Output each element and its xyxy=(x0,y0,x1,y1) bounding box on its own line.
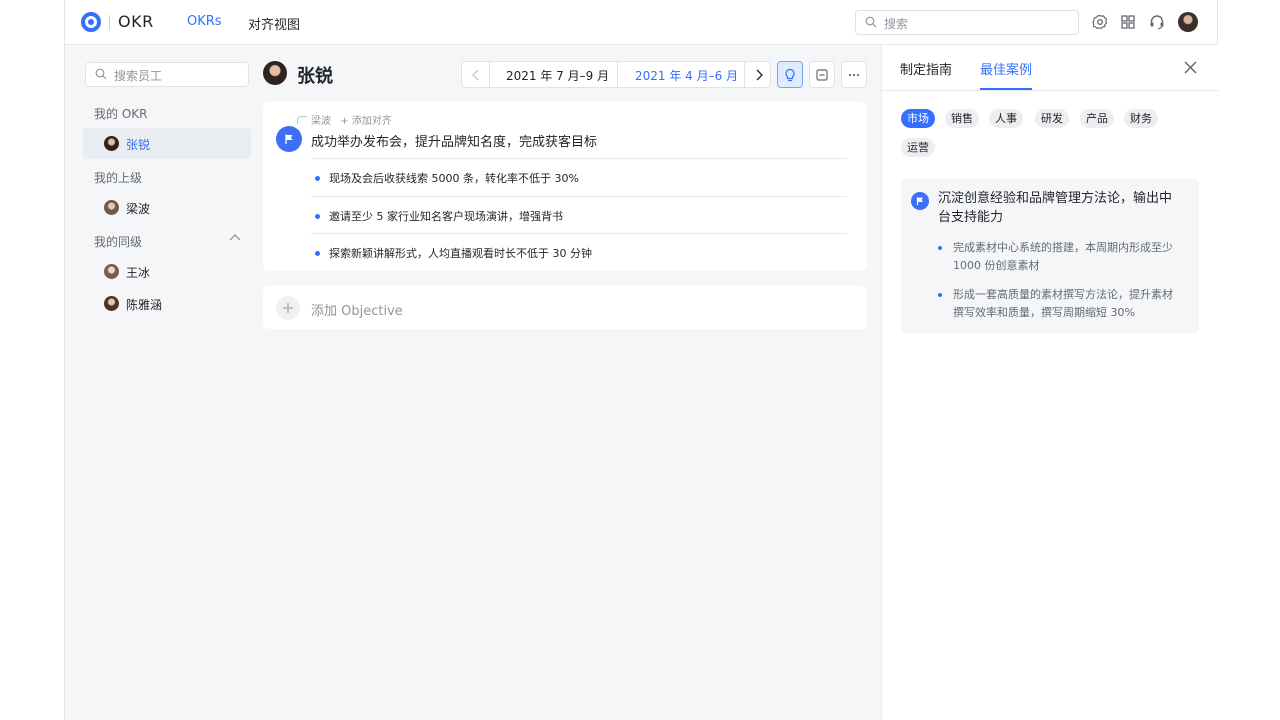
sidebar-item-zhang-rui[interactable]: 张锐 xyxy=(83,128,251,159)
tab-alignment-view[interactable]: 对齐视图 xyxy=(248,14,300,33)
chevron-right-icon xyxy=(756,69,763,80)
tab-guidelines[interactable]: 制定指南 xyxy=(900,59,952,78)
more-options-button[interactable] xyxy=(841,61,867,88)
divider xyxy=(311,196,847,197)
divider xyxy=(617,62,618,87)
lightbulb-icon xyxy=(785,68,795,81)
prev-period-button[interactable] xyxy=(462,62,489,87)
logo-divider xyxy=(109,15,110,30)
plus-icon xyxy=(276,296,300,320)
category-chip-market[interactable]: 市场 xyxy=(901,109,935,128)
period-q3[interactable]: 2021 年 7 月–9 月 xyxy=(506,67,609,84)
employee-sidebar: 搜索员工 我的 OKR 张锐 我的上级 梁波 我的同级 王冰 陈雅涵 xyxy=(65,45,258,720)
apps-grid-icon[interactable] xyxy=(1119,13,1137,31)
okr-app-window: OKR OKRs 对齐视图 搜索 搜索员工 我的 OKR 张锐 我的上级 梁波 … xyxy=(64,0,1219,720)
category-chip-sales[interactable]: 销售 xyxy=(945,109,979,128)
category-chip-rnd[interactable]: 研发 xyxy=(1035,109,1069,128)
tips-toggle-button[interactable] xyxy=(777,61,803,88)
person-name: 张锐 xyxy=(126,138,151,152)
objective-flag-icon xyxy=(276,126,302,152)
headset-icon[interactable] xyxy=(1148,13,1166,31)
divider xyxy=(882,90,1219,91)
avatar xyxy=(104,296,119,311)
key-result-text: 探索新颖讲解形式，人均直播观看时长不低于 30 分钟 xyxy=(329,247,592,260)
close-icon[interactable] xyxy=(1184,61,1197,74)
alignment-meta: 梁波 + 添加对齐 xyxy=(311,112,392,127)
category-chip-hr[interactable]: 人事 xyxy=(989,109,1023,128)
divider xyxy=(311,158,847,159)
plus-icon: + xyxy=(340,116,349,127)
avatar xyxy=(104,264,119,279)
employee-search-placeholder: 搜索员工 xyxy=(114,69,163,83)
case-objective-title: 沉淀创意经验和品牌管理方法论，输出中台支持能力 xyxy=(938,191,1173,225)
add-alignment-link[interactable]: + 添加对齐 xyxy=(340,116,392,127)
top-navigation-bar: OKR OKRs 对齐视图 搜索 xyxy=(65,0,1217,45)
section-my-manager: 我的上级 xyxy=(94,171,143,185)
summary-button[interactable] xyxy=(809,61,835,88)
avatar xyxy=(104,136,119,151)
sidebar-item-wang-bing[interactable]: 王冰 xyxy=(83,256,251,287)
category-chip-finance[interactable]: 财务 xyxy=(1124,109,1158,128)
document-icon xyxy=(816,68,828,81)
employee-search-input[interactable]: 搜索员工 xyxy=(85,62,249,87)
chevron-left-icon xyxy=(471,69,478,80)
sidebar-item-liang-bo[interactable]: 梁波 xyxy=(83,192,251,223)
section-my-peers: 我的同级 xyxy=(94,235,143,249)
alignment-connector xyxy=(297,116,307,124)
bullet-dot xyxy=(938,293,942,297)
best-case-card[interactable]: 沉淀创意经验和品牌管理方法论，输出中台支持能力 完成素材中心系统的搭建，本周期内… xyxy=(901,178,1199,334)
key-result-text: 邀请至少 5 家行业知名客户现场演讲，增强背书 xyxy=(329,210,563,223)
owner-avatar xyxy=(263,61,287,85)
owner-name: 张锐 xyxy=(297,66,333,87)
chevron-up-icon[interactable] xyxy=(229,233,241,241)
next-period-button[interactable] xyxy=(745,62,772,87)
okr-main-content: 张锐 2021 年 7 月–9 月 2021 年 4 月–6 月 梁波 + 添加… xyxy=(261,45,875,720)
add-objective-label: 添加 Objective xyxy=(311,304,403,319)
bullet-dot xyxy=(315,175,320,181)
key-result-item[interactable]: 探索新颖讲解形式，人均直播观看时长不低于 30 分钟 xyxy=(315,245,592,261)
settings-icon[interactable] xyxy=(1091,13,1109,31)
objective-flag-icon xyxy=(911,192,929,210)
aligned-to-name[interactable]: 梁波 xyxy=(311,116,331,127)
person-name: 梁波 xyxy=(126,202,151,216)
case-key-result-text: 形成一套高质量的素材撰写方法论，提升素材撰写效率和质量，撰写周期缩短 30% xyxy=(953,288,1173,319)
avatar xyxy=(104,200,119,215)
section-my-okr: 我的 OKR xyxy=(94,107,148,121)
tab-okrs[interactable]: OKRs xyxy=(187,14,222,29)
bullet-dot xyxy=(315,250,320,256)
global-search-input[interactable]: 搜索 xyxy=(855,10,1079,35)
key-result-item[interactable]: 邀请至少 5 家行业知名客户现场演讲，增强背书 xyxy=(315,208,563,224)
objective-card: 梁波 + 添加对齐 成功举办发布会，提升品牌知名度，完成获客目标 现场及会后收获… xyxy=(263,102,867,271)
search-placeholder: 搜索 xyxy=(884,17,909,31)
okr-logo-icon[interactable] xyxy=(81,12,101,32)
app-name: OKR xyxy=(118,12,154,31)
user-avatar[interactable] xyxy=(1178,12,1198,32)
key-result-text: 现场及会后收获线索 5000 条，转化率不低于 30% xyxy=(329,172,579,185)
tab-best-cases[interactable]: 最佳案例 xyxy=(980,59,1032,78)
category-chip-product[interactable]: 产品 xyxy=(1080,109,1114,128)
case-key-result: 完成素材中心系统的搭建，本周期内形成至少 1000 份创意素材 xyxy=(938,239,1178,275)
guide-panel: 制定指南 最佳案例 市场 销售 人事 研发 产品 财务 运营 沉淀创意经验和品牌… xyxy=(881,45,1219,720)
key-result-item[interactable]: 现场及会后收获线索 5000 条，转化率不低于 30% xyxy=(315,170,579,186)
add-objective-button[interactable]: 添加 Objective xyxy=(263,286,867,329)
divider xyxy=(311,233,847,234)
person-name: 王冰 xyxy=(126,266,151,280)
person-name: 陈雅涵 xyxy=(126,298,163,312)
case-key-result-text: 完成素材中心系统的搭建，本周期内形成至少 1000 份创意素材 xyxy=(953,241,1173,272)
category-chip-operations[interactable]: 运营 xyxy=(901,138,935,157)
case-key-result: 形成一套高质量的素材撰写方法论，提升素材撰写效率和质量，撰写周期缩短 30% xyxy=(938,286,1178,322)
search-icon xyxy=(865,16,877,28)
sidebar-item-chen-yahan[interactable]: 陈雅涵 xyxy=(83,288,251,319)
bullet-dot xyxy=(315,213,320,219)
add-alignment-label: 添加对齐 xyxy=(351,116,392,127)
period-selector: 2021 年 7 月–9 月 2021 年 4 月–6 月 xyxy=(461,61,771,88)
period-q2[interactable]: 2021 年 4 月–6 月 xyxy=(635,67,738,84)
divider xyxy=(489,62,490,87)
bullet-dot xyxy=(938,246,942,250)
objective-title[interactable]: 成功举办发布会，提升品牌知名度，完成获客目标 xyxy=(311,131,597,150)
search-icon xyxy=(95,68,107,80)
more-horizontal-icon xyxy=(848,73,860,76)
